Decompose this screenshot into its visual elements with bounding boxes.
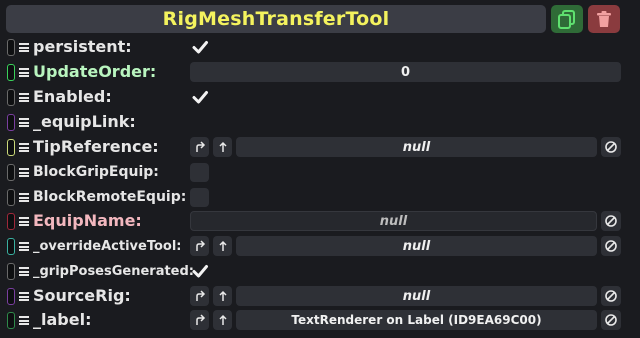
drag-handle-icon[interactable] [19, 316, 29, 325]
drag-handle-icon[interactable] [19, 292, 29, 301]
field-type-indicator[interactable] [7, 39, 15, 56]
field-row: UpdateOrder: 0 [0, 60, 640, 85]
field-label: persistent: [33, 37, 132, 56]
field-label: EquipName: [33, 211, 142, 230]
jump-to-reference-button[interactable] [190, 310, 209, 330]
reference-field[interactable]: null [236, 236, 597, 256]
field-row: EquipName: null [0, 209, 640, 234]
field-type-indicator[interactable] [7, 288, 15, 305]
field-row: persistent: [0, 35, 640, 60]
drag-handle-icon[interactable] [19, 193, 29, 202]
set-null-button[interactable] [601, 236, 621, 256]
field-row: _overrideActiveTool: null [0, 234, 640, 259]
jump-icon [195, 314, 205, 325]
arrow-up-icon [218, 290, 227, 301]
go-to-parent-button[interactable] [213, 286, 232, 306]
jump-icon [195, 290, 205, 301]
component-title-bar: RigMeshTransferTool [6, 5, 546, 33]
field-label: _equipLink: [33, 112, 136, 131]
field-label: _gripPosesGenerated: [33, 264, 195, 279]
field-row: _gripPosesGenerated: [0, 259, 640, 284]
field-row: SourceRig: null [0, 284, 640, 309]
field-type-indicator[interactable] [7, 312, 15, 329]
field-label: TipReference: [33, 137, 159, 156]
jump-icon [195, 141, 205, 152]
field-row: Enabled: [0, 85, 640, 110]
checkbox-checked[interactable] [191, 38, 209, 56]
drag-handle-icon[interactable] [19, 143, 29, 152]
field-label: _label: [33, 310, 92, 329]
arrow-up-icon [218, 314, 227, 325]
arrow-up-icon [218, 141, 227, 152]
field-type-indicator[interactable] [7, 213, 15, 230]
reference-field[interactable]: null [236, 137, 597, 157]
field-label: BlockGripEquip: [33, 164, 159, 180]
field-type-indicator[interactable] [7, 89, 15, 106]
null-icon [605, 240, 617, 252]
component-title: RigMeshTransferTool [162, 8, 390, 30]
checkbox[interactable] [190, 163, 209, 182]
field-label: BlockRemoteEquip: [33, 189, 187, 205]
drag-handle-icon[interactable] [19, 93, 29, 102]
field-type-indicator[interactable] [7, 114, 15, 131]
drag-handle-icon[interactable] [19, 267, 29, 276]
duplicate-button[interactable] [551, 5, 583, 33]
field-row: BlockGripEquip: [0, 160, 640, 185]
null-icon [605, 141, 617, 153]
field-label: SourceRig: [33, 286, 131, 305]
field-label: UpdateOrder: [33, 62, 157, 81]
set-null-button[interactable] [601, 310, 621, 330]
field-row: _label: TextRenderer on Label (ID9EA69C00… [0, 308, 640, 333]
drag-handle-icon[interactable] [19, 242, 29, 251]
text-field[interactable]: null [190, 211, 597, 231]
field-row: TipReference: null [0, 135, 640, 160]
field-label: Enabled: [33, 87, 112, 106]
field-type-indicator[interactable] [7, 164, 15, 181]
delete-button[interactable] [588, 5, 620, 33]
duplicate-icon [558, 10, 575, 29]
arrow-up-icon [218, 240, 227, 251]
field-type-indicator[interactable] [7, 238, 15, 255]
field-type-indicator[interactable] [7, 189, 15, 206]
set-null-button[interactable] [601, 211, 621, 231]
set-null-button[interactable] [601, 137, 621, 157]
drag-handle-icon[interactable] [19, 68, 29, 77]
field-row: BlockRemoteEquip: [0, 185, 640, 210]
field-label: _overrideActiveTool: [33, 239, 182, 254]
go-to-parent-button[interactable] [213, 310, 232, 330]
checkbox-checked[interactable] [191, 88, 209, 106]
drag-handle-icon[interactable] [19, 118, 29, 127]
field-type-indicator[interactable] [7, 139, 15, 156]
go-to-parent-button[interactable] [213, 137, 232, 157]
trash-icon [597, 11, 611, 27]
reference-field[interactable]: null [236, 286, 597, 306]
jump-icon [195, 240, 205, 251]
jump-to-reference-button[interactable] [190, 236, 209, 256]
null-icon [605, 215, 617, 227]
field-type-indicator[interactable] [7, 263, 15, 280]
field-type-indicator[interactable] [7, 64, 15, 81]
null-icon [605, 314, 617, 326]
jump-to-reference-button[interactable] [190, 137, 209, 157]
checkbox[interactable] [190, 188, 209, 207]
set-null-button[interactable] [601, 286, 621, 306]
field-row: _equipLink: [0, 110, 640, 135]
reference-field[interactable]: TextRenderer on Label (ID9EA69C00) [236, 310, 597, 330]
number-field[interactable]: 0 [190, 62, 621, 82]
null-icon [605, 290, 617, 302]
jump-to-reference-button[interactable] [190, 286, 209, 306]
drag-handle-icon[interactable] [19, 168, 29, 177]
drag-handle-icon[interactable] [19, 43, 29, 52]
drag-handle-icon[interactable] [19, 217, 29, 226]
checkbox-checked[interactable] [191, 262, 209, 280]
go-to-parent-button[interactable] [213, 236, 232, 256]
